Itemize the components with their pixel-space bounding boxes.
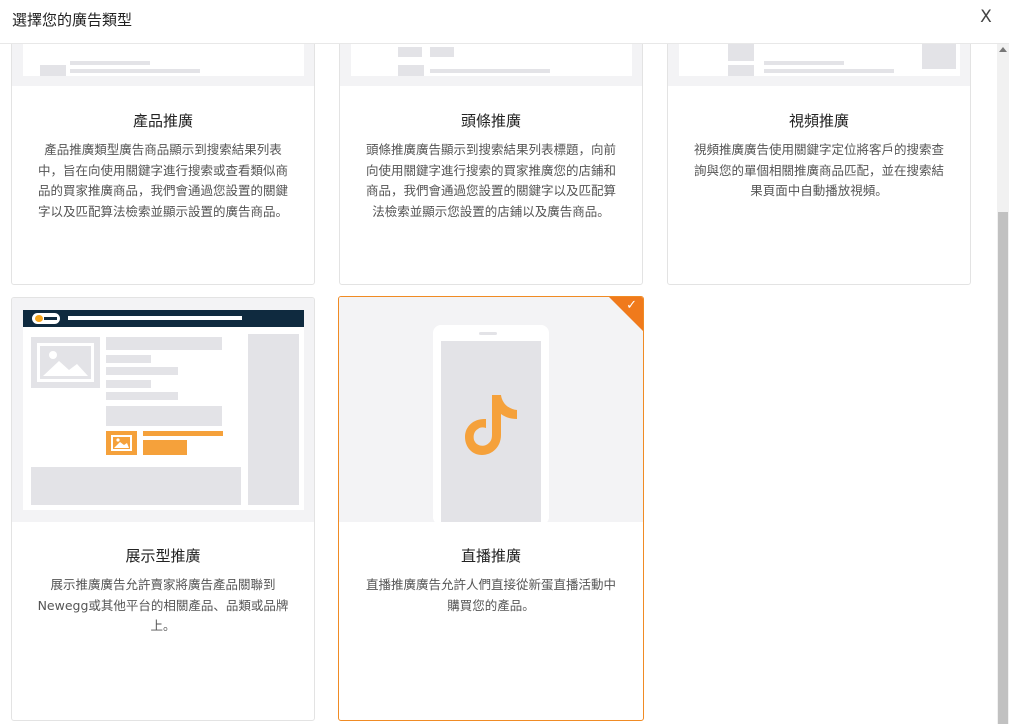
scroll-up-arrow-icon[interactable] (999, 47, 1007, 52)
close-icon[interactable]: X (976, 6, 996, 28)
ad-type-card-video[interactable]: 視頻推廣 視頻推廣廣告使用關鍵字定位將客戶的搜索查詢與您的單個相關推廣商品匹配，… (667, 20, 971, 285)
card-title: 展示型推廣 (125, 547, 201, 565)
ad-type-card-live[interactable]: ✓ 直播推廣 直播推廣廣告允許人們直接從新蛋直播活動中購買您的產品。 (338, 296, 644, 721)
card-title: 直播推廣 (460, 547, 521, 565)
ad-type-card-display[interactable]: 展示型推廣 展示推廣廣告允許賣家將廣告產品關聯到Newegg或其他平台的相關產品… (11, 297, 315, 721)
ad-type-card-product[interactable]: 產品推廣 產品推廣類型廣告商品顯示到搜索結果列表中，旨在向使用關鍵字進行搜索或查… (11, 20, 315, 285)
scrollbar-thumb[interactable] (998, 212, 1008, 724)
modal-title: 選擇您的廣告類型 (12, 11, 133, 29)
card-title: 視頻推廣 (788, 112, 849, 130)
modal-header: 選擇您的廣告類型 X (0, 0, 1009, 44)
image-placeholder-icon (31, 337, 100, 388)
card-preview-image (12, 298, 314, 522)
scrollbar[interactable] (997, 44, 1009, 724)
check-icon: ✓ (626, 298, 637, 313)
card-description: 產品推廣類型廣告商品顯示到搜索結果列表中，旨在向使用關鍵字進行搜索或查看類似商品… (37, 142, 288, 219)
ad-image-placeholder-icon (106, 431, 137, 455)
card-preview-image (339, 297, 643, 522)
card-description: 頭條推廣廣告顯示到搜索結果列表標題，向前向使用關鍵字進行搜索的買家推廣您的店鋪和… (365, 142, 616, 219)
card-description: 直播推廣廣告允許人們直接從新蛋直播活動中購買您的產品。 (365, 577, 616, 613)
ad-type-card-headline[interactable]: 頭條推廣 頭條推廣廣告顯示到搜索結果列表標題，向前向使用關鍵字進行搜索的買家推廣… (339, 20, 643, 285)
card-description: 展示推廣廣告允許賣家將廣告產品關聯到Newegg或其他平台的相關產品、品類或品牌… (37, 577, 289, 633)
newegg-logo-icon (32, 313, 60, 324)
card-description: 視頻推廣廣告使用關鍵字定位將客戶的搜索查詢與您的單個相關推廣商品匹配，並在搜索結… (693, 142, 944, 198)
card-title: 頭條推廣 (460, 112, 521, 130)
card-title: 產品推廣 (132, 112, 193, 130)
tiktok-logo-icon (462, 392, 522, 458)
